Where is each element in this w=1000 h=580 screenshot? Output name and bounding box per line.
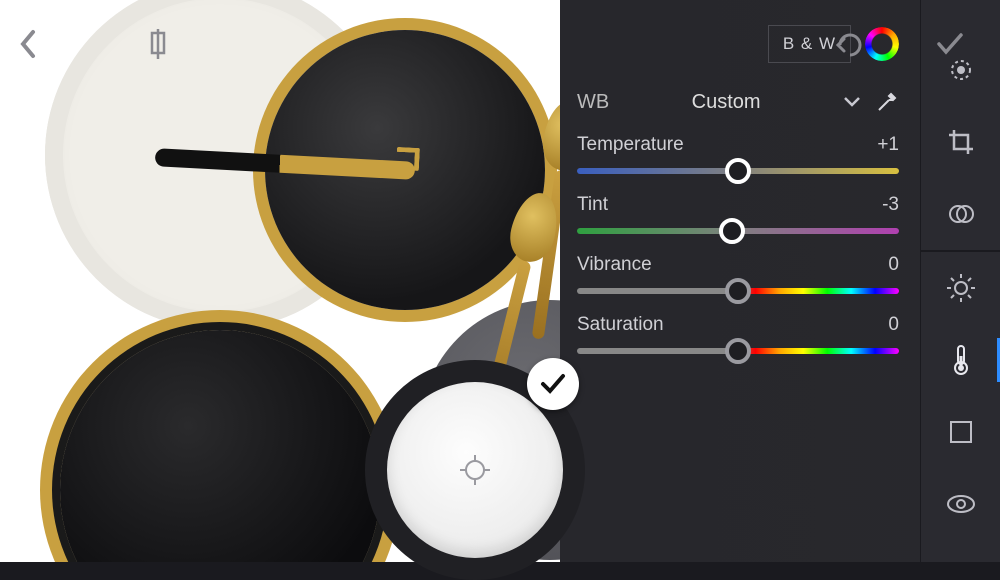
vibrance-label: Vibrance (577, 254, 652, 276)
tool-crop[interactable] (921, 106, 1000, 178)
effects-icon (947, 200, 975, 228)
temperature-value: +1 (877, 134, 899, 156)
tool-light[interactable] (921, 252, 1000, 324)
undo-icon (834, 31, 866, 57)
temperature-thumb[interactable] (725, 158, 751, 184)
saturation-thumb[interactable] (725, 338, 751, 364)
undo-button[interactable] (830, 24, 870, 64)
crop-icon (947, 128, 975, 156)
tool-optics[interactable] (921, 468, 1000, 540)
eyedropper-button[interactable] (875, 90, 899, 114)
wb-picker-widget[interactable] (365, 360, 585, 580)
saturation-label: Saturation (577, 314, 664, 336)
photo-bowl-black (60, 330, 380, 562)
alignment-icon (143, 29, 173, 59)
detail-icon (948, 419, 974, 445)
eyedropper-icon (875, 90, 899, 114)
saturation-slider[interactable]: Saturation 0 (575, 314, 905, 354)
check-icon (936, 32, 964, 56)
saturation-value: 0 (888, 314, 899, 336)
temperature-label: Temperature (577, 134, 684, 156)
optics-icon (946, 493, 976, 515)
wb-preset-select[interactable]: Custom (623, 91, 829, 114)
color-panel: B & W WB Custom Temperature +1 Tint -3 V… (575, 0, 905, 562)
tint-value: -3 (882, 194, 899, 216)
vibrance-value: 0 (888, 254, 899, 276)
tint-thumb[interactable] (719, 218, 745, 244)
vibrance-slider[interactable]: Vibrance 0 (575, 254, 905, 294)
tint-slider[interactable]: Tint -3 (575, 194, 905, 234)
temperature-slider[interactable]: Temperature +1 (575, 134, 905, 174)
check-icon (540, 373, 566, 395)
tool-rail (920, 0, 1000, 562)
chevron-down-icon[interactable] (843, 96, 861, 108)
alignment-button[interactable] (138, 24, 178, 64)
tool-effects[interactable] (921, 178, 1000, 250)
wb-label: WB (577, 91, 609, 114)
tint-label: Tint (577, 194, 608, 216)
tool-detail[interactable] (921, 396, 1000, 468)
vibrance-thumb[interactable] (725, 278, 751, 304)
crosshair-icon (458, 453, 492, 487)
wb-picker-confirm[interactable] (527, 358, 579, 410)
tool-color[interactable] (921, 324, 1000, 396)
accept-button[interactable] (930, 24, 970, 64)
light-icon (946, 273, 976, 303)
back-button[interactable] (8, 24, 48, 64)
chevron-left-icon (19, 29, 37, 59)
thermometer-icon (951, 344, 971, 376)
